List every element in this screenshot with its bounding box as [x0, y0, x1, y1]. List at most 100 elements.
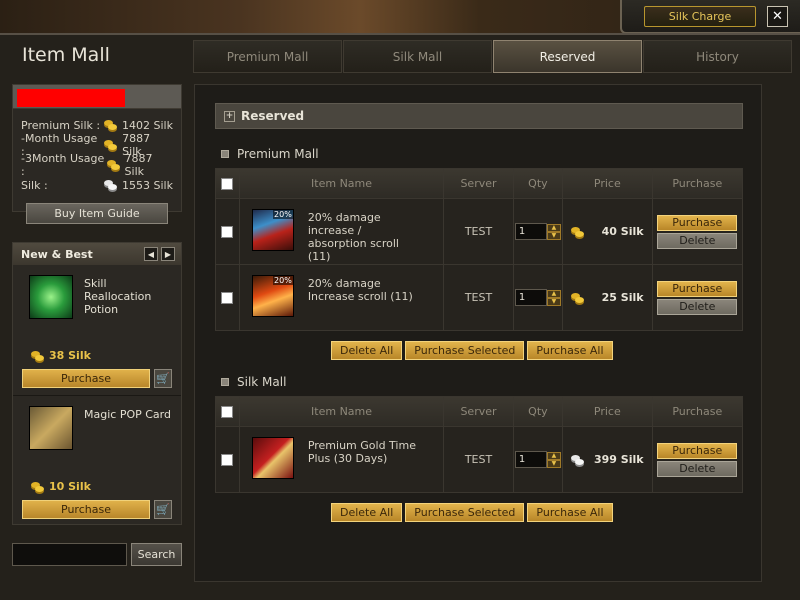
increment-icon[interactable]: ▲ [546, 289, 561, 298]
decrement-icon[interactable]: ▼ [546, 459, 561, 468]
table-row: 20% 20% damage increase / absorption scr… [216, 198, 742, 264]
silk-row-label: Premium Silk : [21, 118, 101, 132]
thumb-badge: 20% [273, 276, 293, 285]
server-cell: TEST [444, 199, 514, 264]
column-header: Price [563, 169, 653, 198]
premium-mall-table: Item Name Server Qty Price Purchase 20% … [215, 168, 743, 331]
reserved-title: Reserved [241, 109, 305, 123]
new-and-best-header: New & Best ◀ ▶ [13, 243, 181, 265]
quantity-stepper: ▲ ▼ [514, 289, 561, 306]
cart-icon[interactable]: 🛒 [154, 369, 172, 388]
quantity-stepper: ▲ ▼ [514, 451, 561, 468]
row-checkbox[interactable] [221, 291, 234, 304]
cart-icon[interactable]: 🛒 [154, 500, 172, 519]
column-header: Qty [514, 397, 564, 426]
section-title-text: Silk Mall [237, 375, 287, 389]
column-header: Server [444, 397, 514, 426]
price-value: 40 Silk [601, 225, 644, 238]
row-checkbox[interactable] [221, 225, 234, 238]
delete-all-button[interactable]: Delete All [331, 341, 403, 360]
magic-card-icon[interactable] [29, 406, 73, 450]
purchase-selected-button[interactable]: Purchase Selected [405, 341, 525, 360]
left-panel: Premium Silk : 1402 Silk -Month Usage : … [12, 84, 182, 525]
delete-all-button[interactable]: Delete All [331, 503, 403, 522]
delete-button[interactable]: Delete [657, 460, 738, 477]
gold-coin-icon [104, 139, 118, 151]
reserved-panel: + Reserved Premium Mall Item Name Server… [194, 84, 762, 582]
tab-silk-mall[interactable]: Silk Mall [343, 40, 492, 73]
gold-coin-icon [107, 159, 121, 171]
quantity-input[interactable] [514, 451, 547, 468]
price-value: 25 Silk [601, 291, 644, 304]
delete-button[interactable]: Delete [657, 298, 738, 315]
gold-coin-icon [31, 350, 45, 362]
tab-history[interactable]: History [643, 40, 792, 73]
account-box: Premium Silk : 1402 Silk -Month Usage : … [12, 84, 182, 224]
prev-arrow-icon[interactable]: ◀ [144, 247, 158, 261]
premium-mall-actions: Delete All Purchase Selected Purchase Al… [331, 341, 613, 360]
silk-row-value: 1402 Silk [122, 118, 173, 132]
green-orb-icon[interactable] [29, 275, 73, 319]
purchase-button[interactable]: Purchase [657, 214, 738, 231]
decrement-icon[interactable]: ▼ [546, 297, 561, 306]
gold-coin-icon [571, 226, 585, 238]
purchase-button[interactable]: Purchase [657, 280, 738, 297]
increment-icon[interactable]: ▲ [546, 223, 561, 232]
column-header: Server [444, 169, 514, 198]
quantity-input[interactable] [514, 289, 547, 306]
redacted-username [17, 89, 125, 107]
list-item: Skill Reallocation Potion 38 Silk Purcha… [13, 265, 181, 395]
item-name: Magic POP Card [84, 408, 171, 421]
new-and-best-title: New & Best [21, 247, 93, 261]
buy-item-guide-button[interactable]: Buy Item Guide [26, 203, 168, 224]
silk-row-value: 7887 Silk [124, 152, 153, 178]
damage-scroll-icon: 20% [251, 209, 294, 251]
purchase-button[interactable]: Purchase [22, 369, 150, 388]
item-price: 10 Silk [31, 480, 91, 493]
bullet-icon [221, 150, 229, 158]
bullet-icon [221, 378, 229, 386]
table-header: Item Name Server Qty Price Purchase [216, 169, 742, 198]
user-name-bar [13, 85, 181, 109]
decrement-icon[interactable]: ▼ [546, 231, 561, 240]
search-bar: Search [12, 543, 182, 566]
tab-bar: Premium Mall Silk Mall Reserved History [193, 40, 793, 73]
table-header: Item Name Server Qty Price Purchase [216, 397, 742, 426]
row-checkbox[interactable] [221, 453, 234, 466]
column-header: Item Name [240, 169, 445, 198]
silk-row-label: Silk : [21, 178, 48, 192]
search-input[interactable] [12, 543, 127, 566]
item-price-value: 10 Silk [49, 480, 91, 493]
next-arrow-icon[interactable]: ▶ [161, 247, 175, 261]
select-all-checkbox[interactable] [221, 177, 234, 190]
expand-icon[interactable]: + [224, 110, 235, 122]
search-button[interactable]: Search [131, 543, 182, 566]
column-header: Purchase [672, 405, 723, 418]
silk-charge-button[interactable]: Silk Charge [644, 6, 756, 27]
silk-row-label: -3Month Usage : [21, 152, 105, 178]
purchase-button[interactable]: Purchase [657, 442, 738, 459]
gold-coin-icon [31, 481, 45, 493]
quantity-stepper: ▲ ▼ [514, 223, 561, 240]
tab-reserved[interactable]: Reserved [493, 40, 642, 73]
purchase-all-button[interactable]: Purchase All [527, 503, 613, 522]
purchase-all-button[interactable]: Purchase All [527, 341, 613, 360]
purchase-button[interactable]: Purchase [22, 500, 150, 519]
server-cell: TEST [444, 265, 514, 330]
silk-row-value: 1553 Silk [122, 178, 173, 192]
price-value: 399 Silk [594, 453, 644, 466]
purchase-selected-button[interactable]: Purchase Selected [405, 503, 525, 522]
silk-mall-actions: Delete All Purchase Selected Purchase Al… [331, 503, 613, 522]
silk-mall-table: Item Name Server Qty Price Purchase Prem… [215, 396, 743, 493]
thumb-badge: 20% [273, 210, 293, 219]
gold-coin-icon [571, 292, 585, 304]
delete-button[interactable]: Delete [657, 232, 738, 249]
new-and-best-panel: New & Best ◀ ▶ Skill Reallocation Potion… [12, 242, 182, 525]
tab-premium-mall[interactable]: Premium Mall [193, 40, 342, 73]
quantity-input[interactable] [514, 223, 547, 240]
increment-icon[interactable]: ▲ [546, 451, 561, 460]
item-name: Skill Reallocation Potion [84, 277, 152, 316]
close-button[interactable]: ✕ [767, 6, 788, 27]
select-all-checkbox[interactable] [221, 405, 234, 418]
column-header: Qty [514, 169, 564, 198]
